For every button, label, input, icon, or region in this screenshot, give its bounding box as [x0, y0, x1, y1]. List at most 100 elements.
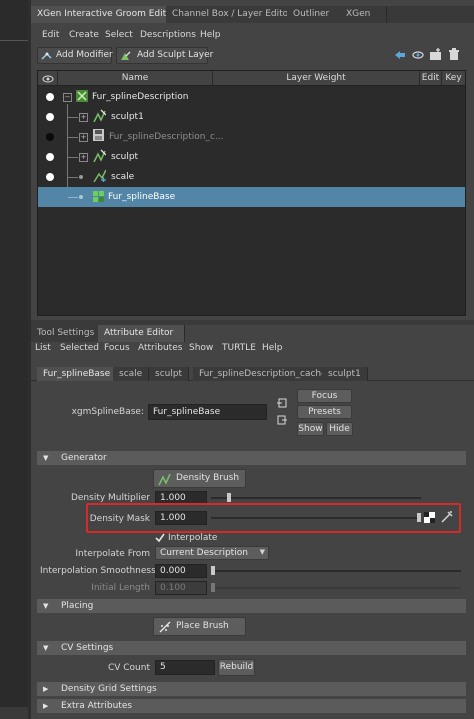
tab-attribute-editor[interactable]: Attribute Editor	[98, 325, 185, 342]
tree-row-description[interactable]: − Fur_splineDescription	[38, 87, 465, 107]
tree-row-spline-base[interactable]: Fur_splineBase	[38, 187, 465, 207]
interpolate-label: Interpolate	[168, 533, 218, 543]
density-mask-label: Density Mask	[89, 514, 150, 524]
expand-toggle[interactable]: +	[79, 133, 88, 142]
density-mask-slider[interactable]	[211, 517, 421, 519]
attr-menu-selected[interactable]: Selected	[60, 341, 99, 355]
edit-column-header[interactable]: Edit	[420, 71, 442, 86]
tree-row-label: Fur_splineDescription	[92, 92, 189, 102]
modifier-icon	[41, 52, 52, 60]
tree-branch	[68, 117, 78, 118]
chevron-down-icon: ▼	[259, 548, 265, 556]
extra-attributes-section-header[interactable]: ▶ Extra Attributes	[37, 699, 466, 713]
density-multiplier-slider[interactable]	[211, 497, 421, 499]
menu-select[interactable]: Select	[105, 28, 133, 42]
node-tab-description-cache[interactable]: Fur_splineDescription_cache	[193, 367, 334, 381]
interpolation-smoothness-slider[interactable]	[211, 570, 461, 572]
presets-button[interactable]: Presets	[297, 405, 352, 419]
tree-row-scale[interactable]: scale	[38, 167, 465, 187]
interpolate-from-dropdown[interactable]: Current Description ▼	[155, 546, 269, 560]
sculpt-layer-icon	[121, 51, 131, 60]
layer-weight-column-header[interactable]: Layer Weight	[213, 71, 420, 86]
add-modifier-button[interactable]: Add Modifier	[37, 47, 113, 64]
attr-menu-list[interactable]: List	[35, 341, 51, 355]
hide-button[interactable]: Hide	[326, 422, 353, 436]
placing-section-header[interactable]: ▼ Placing	[37, 599, 466, 613]
node-name-field[interactable]: Fur_splineBase	[148, 404, 267, 420]
node-tab-fur-splinebase[interactable]: Fur_splineBase	[37, 367, 118, 381]
tree-row-sculpt1[interactable]: + sculpt1	[38, 107, 465, 127]
interpolation-smoothness-slider-handle[interactable]	[211, 566, 215, 575]
generator-section-header[interactable]: ▼ Generator	[37, 451, 466, 465]
place-brush-icon	[159, 621, 171, 633]
attr-menu-focus[interactable]: Focus	[104, 341, 130, 355]
collapse-arrow-icon: ▼	[43, 644, 49, 652]
node-tab-sculpt[interactable]: sculpt	[149, 367, 190, 381]
node-tab-sculpt1[interactable]: sculpt1	[322, 367, 368, 381]
viewport-footer	[0, 707, 28, 719]
menu-create[interactable]: Create	[69, 28, 99, 42]
menu-descriptions[interactable]: Descriptions	[140, 28, 196, 42]
density-mask-field[interactable]: 1.000	[155, 511, 207, 525]
visibility-toggle[interactable]	[46, 113, 54, 121]
place-brush-button[interactable]: Place Brush	[153, 617, 246, 636]
tree-row-label: Fur_splineDescription_c...	[109, 132, 224, 142]
interpolation-smoothness-field[interactable]: 0.000	[155, 564, 207, 578]
panel-splitter[interactable]	[28, 0, 31, 719]
initial-length-label: Initial Length	[91, 583, 150, 593]
collapse-toggle[interactable]: −	[63, 93, 72, 102]
focus-input-icon[interactable]	[277, 398, 287, 408]
expand-toggle[interactable]: +	[79, 113, 88, 122]
cv-settings-section-header[interactable]: ▼ CV Settings	[37, 641, 466, 655]
visibility-toggle[interactable]	[46, 173, 54, 181]
density-brush-button[interactable]: Density Brush	[153, 469, 246, 488]
cv-count-field[interactable]: 5	[155, 660, 215, 675]
density-grid-section-header[interactable]: ▶ Density Grid Settings	[37, 682, 466, 696]
focus-button[interactable]: Focus	[297, 389, 352, 403]
dropdown-value: Current Description	[160, 548, 248, 558]
attr-menu-show[interactable]: Show	[189, 341, 213, 355]
density-mask-slider-handle[interactable]	[417, 513, 421, 522]
density-multiplier-slider-handle[interactable]	[227, 493, 231, 502]
name-column-header[interactable]: Name	[58, 71, 213, 86]
initial-length-slider	[211, 587, 461, 589]
collapse-arrow-icon: ▼	[43, 602, 49, 610]
interpolate-checkbox[interactable]	[155, 533, 165, 543]
visibility-toggle[interactable]	[46, 153, 54, 161]
menu-edit[interactable]: Edit	[42, 28, 59, 42]
attr-menu-attributes[interactable]: Attributes	[138, 341, 182, 355]
new-folder-icon[interactable]	[429, 47, 443, 61]
attr-menu-help[interactable]: Help	[262, 341, 283, 355]
tab-channel-box[interactable]: Channel Box / Layer Editor	[166, 6, 298, 23]
visibility-toggle[interactable]	[46, 133, 54, 141]
tab-tool-settings[interactable]: Tool Settings	[31, 325, 106, 342]
tab-xgen[interactable]: XGen	[340, 6, 387, 23]
menu-help[interactable]: Help	[200, 28, 221, 42]
tree-row-cache[interactable]: + Fur_splineDescription_c...	[38, 127, 465, 147]
collapse-arrow-icon: ▼	[43, 454, 49, 462]
expand-toggle[interactable]: +	[79, 153, 88, 162]
brush-icon	[158, 473, 171, 486]
expand-arrow-icon: ▶	[43, 702, 49, 710]
section-title: CV Settings	[61, 643, 114, 653]
cache-icon	[93, 129, 104, 141]
add-sculpt-layer-button[interactable]: Add Sculpt Layer	[116, 47, 213, 64]
tree-row-sculpt[interactable]: + sculpt	[38, 147, 465, 167]
key-column-header[interactable]: Key	[442, 71, 465, 86]
rebuild-button[interactable]: Rebuild	[218, 659, 255, 676]
add-sculpt-layer-label: Add Sculpt Layer	[137, 50, 214, 60]
focus-output-icon[interactable]	[277, 415, 287, 425]
visibility-toggle[interactable]	[46, 93, 54, 101]
move-left-icon[interactable]	[394, 50, 406, 60]
node-tab-scale[interactable]: scale	[113, 367, 150, 381]
trash-icon[interactable]	[448, 48, 460, 61]
map-checker-icon[interactable]	[424, 512, 435, 523]
scale-modifier-icon	[93, 169, 106, 182]
tab-xgen-groom-editor[interactable]: XGen Interactive Groom Editor	[31, 6, 177, 23]
expression-editor-icon[interactable]	[440, 510, 454, 524]
visibility-column-header[interactable]	[38, 71, 58, 86]
show-button[interactable]: Show	[297, 422, 324, 436]
section-title: Extra Attributes	[61, 701, 133, 711]
visibility-eye-icon[interactable]	[412, 49, 424, 61]
attr-menu-turtle[interactable]: TURTLE	[222, 341, 256, 355]
